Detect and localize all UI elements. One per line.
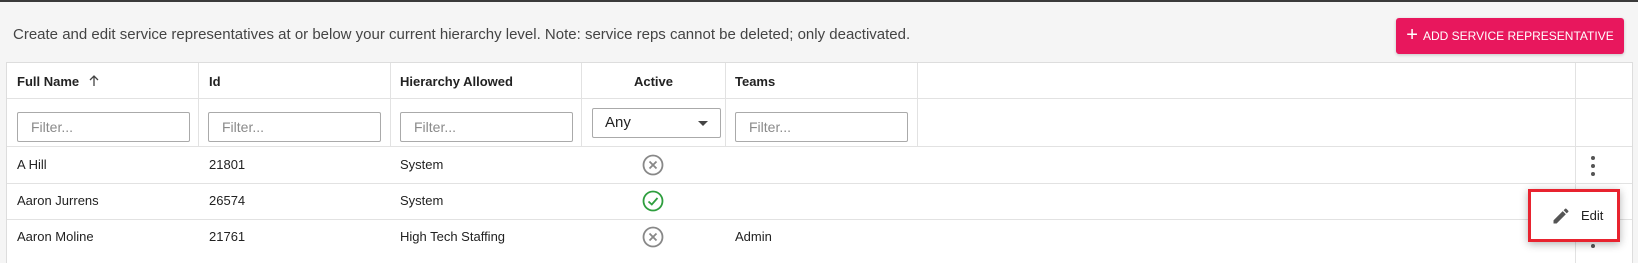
header-active[interactable]: Active [582,63,725,101]
table-row[interactable]: A Hill 21801 System [7,147,1632,183]
id-filter-input[interactable] [208,112,381,142]
column-divider [198,63,199,147]
active-filter-value: Any [605,114,631,131]
header-hierarchy-allowed[interactable]: Hierarchy Allowed [400,63,513,101]
table-row[interactable]: Aaron Moline 21761 High Tech Staffing Ad… [7,219,1632,255]
cell-id: 21761 [209,229,246,244]
header-id[interactable]: Id [209,63,221,101]
cell-full-name: A Hill [17,157,47,172]
header-full-name[interactable]: Full Name [17,63,99,101]
column-divider [390,63,391,147]
edit-label: Edit [1581,208,1604,223]
edit-menu-item[interactable]: Edit [1531,192,1617,239]
cell-full-name: Aaron Moline [17,229,94,244]
cell-hierarchy: System [400,157,444,172]
service-reps-grid: Full Name Id Hierarchy Allowed Active Te… [6,62,1633,263]
column-divider [725,63,726,147]
cell-hierarchy: System [400,193,444,208]
column-divider [917,63,918,147]
hierarchy-filter-input[interactable] [400,112,573,142]
cell-hierarchy: High Tech Staffing [400,229,506,244]
cell-id: 21801 [209,157,246,172]
sort-ascending-icon [89,64,99,102]
plus-icon: + [1406,24,1418,46]
active-filter-select[interactable]: Any [592,108,721,138]
page-description: Create and edit service representatives … [13,26,911,43]
header-teams[interactable]: Teams [735,63,775,101]
active-status-icon [642,190,664,212]
chevron-down-icon [698,121,708,126]
cell-full-name: Aaron Jurrens [17,193,99,208]
row-actions-kebab-icon[interactable] [1585,156,1601,176]
inactive-status-icon [642,226,664,248]
table-row[interactable]: Aaron Jurrens 26574 System [7,183,1632,219]
add-service-representative-button[interactable]: + ADD SERVICE REPRESENTATIVE [1396,18,1624,54]
inactive-status-icon [642,154,664,176]
row-actions-menu: Edit [1528,189,1620,242]
header-divider [7,98,1632,99]
cell-teams: Admin [735,229,772,244]
pencil-icon [1553,207,1569,223]
full-name-filter-input[interactable] [17,112,190,142]
add-button-label: ADD SERVICE REPRESENTATIVE [1422,29,1614,43]
cell-id: 26574 [209,193,246,208]
teams-filter-input[interactable] [735,112,908,142]
top-border [0,0,1638,2]
